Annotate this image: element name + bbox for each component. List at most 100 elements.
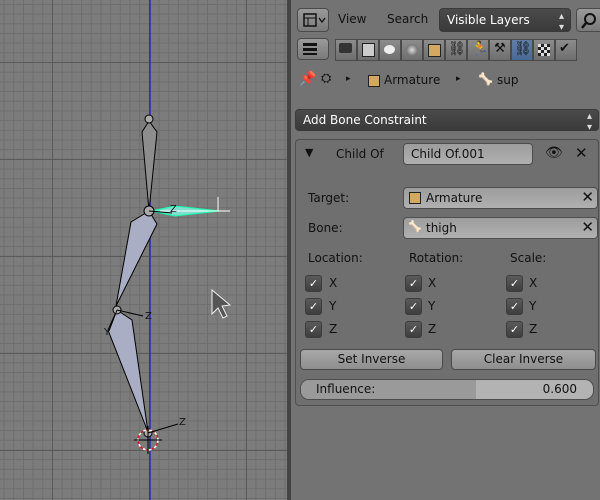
add-bone-constraint-dropdown[interactable]: Add Bone Constraint ▴ ▾: [295, 109, 599, 133]
tab-render-layers[interactable]: [357, 39, 379, 61]
rotation-y-label: Y: [428, 299, 436, 313]
bone-field[interactable]: 🦴 thigh ✕: [403, 217, 598, 239]
eye-icon[interactable]: 👁: [545, 145, 563, 161]
checker-icon: [538, 44, 550, 56]
rotation-y-checkbox[interactable]: ✓: [405, 298, 422, 315]
bone-thigh: [115, 210, 158, 307]
tab-constraints[interactable]: ⛓: [445, 39, 467, 61]
rotation-x-checkbox[interactable]: ✓: [405, 275, 422, 292]
axis-label-z1: Z: [170, 204, 177, 215]
menu-search[interactable]: Search: [387, 12, 428, 26]
location-z-checkbox[interactable]: ✓: [305, 321, 322, 338]
breadcrumb-object: Armature: [384, 73, 441, 87]
menu-view[interactable]: View: [338, 12, 366, 26]
bone-label: Bone:: [308, 221, 343, 235]
tab-render[interactable]: [335, 39, 357, 61]
search-icon: [581, 13, 596, 29]
bone-field-icon: 🦴: [408, 220, 422, 233]
search-toggle-button[interactable]: [576, 8, 600, 32]
rotation-z-label: Z: [428, 322, 437, 336]
layers-dropdown-label: Visible Layers: [447, 13, 530, 27]
target-label: Target:: [308, 191, 350, 205]
context-tabs: ⛓ 🏃 ⚒ ⛓ ✔: [295, 38, 600, 62]
panel-menu-button[interactable]: [297, 38, 329, 60]
world-icon: [406, 44, 418, 56]
axis-label-z2: Z: [145, 311, 152, 322]
clear-inverse-button[interactable]: Clear Inverse: [451, 349, 596, 370]
scale-z-label: Z: [529, 322, 538, 336]
tab-scene[interactable]: [379, 39, 401, 61]
layers-dropdown[interactable]: Visible Layers ▴ ▾: [439, 8, 571, 33]
constraint-type-label: Child Of: [336, 147, 384, 161]
armature-icon: 🏃: [471, 41, 489, 57]
tab-texture[interactable]: [533, 39, 555, 61]
location-x-checkbox[interactable]: ✓: [305, 275, 322, 292]
chain-icon: ⛓: [448, 41, 466, 57]
updown-arrow-icon: ▴ ▾: [586, 111, 592, 133]
viewport-overlay: [107, 0, 232, 500]
mouse-pointer-icon: [211, 288, 232, 319]
tab-object[interactable]: [423, 39, 445, 61]
influence-slider[interactable]: Influence: 0.600: [300, 379, 594, 400]
camera-icon: [339, 43, 352, 53]
set-inverse-button[interactable]: Set Inverse: [300, 349, 443, 370]
breadcrumb-bone: sup: [497, 73, 519, 87]
bone-upper-head: [144, 114, 154, 124]
delete-constraint-icon[interactable]: ✕: [575, 144, 588, 162]
breadcrumb-arrow-icon: ▸: [346, 74, 351, 84]
bone-shin: [107, 309, 149, 433]
location-y-label: Y: [329, 299, 337, 313]
bone-constraint-icon: ⛓: [514, 41, 532, 57]
editor-type-button[interactable]: [297, 8, 329, 32]
target-cube-icon: [409, 192, 421, 204]
tab-bone-constraints[interactable]: ⛓: [511, 39, 533, 61]
breadcrumb-bone-icon: 🦴: [478, 72, 493, 86]
location-y-checkbox[interactable]: ✓: [305, 298, 322, 315]
tab-data[interactable]: 🏃: [467, 39, 489, 61]
add-bone-constraint-label: Add Bone Constraint: [303, 113, 427, 127]
rotation-x-label: X: [428, 276, 437, 290]
breadcrumb-cube-icon: [368, 75, 380, 87]
tab-world[interactable]: [401, 39, 423, 61]
scale-y-checkbox[interactable]: ✓: [506, 298, 523, 315]
physics-icon: ✔: [559, 41, 570, 56]
location-x-label: X: [329, 276, 338, 290]
cube-icon: [428, 44, 441, 57]
target-field[interactable]: Armature ✕: [403, 187, 598, 209]
editor-type-icon: [303, 13, 326, 27]
rotation-z-checkbox[interactable]: ✓: [405, 321, 422, 338]
updown-arrow-icon: ▴ ▾: [558, 11, 564, 33]
bone-icon: ⚒: [494, 41, 506, 56]
constraint-panel: ▼ Child Of Child Of.001 👁 ✕ Target: Arma…: [295, 139, 599, 406]
axis-label-z3: Z: [179, 417, 186, 428]
clear-bone-icon[interactable]: ✕: [581, 218, 594, 236]
armature-object-icon: ⛭: [321, 71, 332, 86]
breadcrumb-arrow-icon: ▸: [456, 74, 461, 84]
influence-label: Influence:: [316, 382, 376, 396]
axis-label-y: Y: [104, 327, 111, 338]
scale-label: Scale:: [510, 251, 547, 265]
tab-bone[interactable]: ⚒: [489, 39, 511, 61]
collapse-triangle-icon[interactable]: ▼: [305, 146, 313, 159]
scale-x-label: X: [529, 276, 538, 290]
clear-target-icon[interactable]: ✕: [581, 188, 594, 206]
properties-panel: View Search Visible Layers ▴▾ ⛓ 🏃 ⚒ ⛓ ✔: [291, 0, 600, 500]
location-z-label: Z: [329, 322, 338, 336]
constraint-name-text: Child Of.001: [411, 147, 485, 161]
scale-y-label: Y: [529, 299, 537, 313]
constraint-name-field[interactable]: Child Of.001: [403, 143, 533, 165]
panel-menu-icon: [303, 43, 317, 55]
layers-icon: [362, 43, 375, 57]
target-value: Armature: [426, 191, 483, 205]
pin-icon[interactable]: 📌: [299, 71, 316, 87]
tab-physics[interactable]: ✔: [555, 39, 577, 61]
rotation-label: Rotation:: [409, 251, 464, 265]
scene-icon: [384, 45, 395, 54]
3d-viewport[interactable]: Z Z Z Y: [0, 0, 287, 500]
influence-value: 0.600: [542, 382, 577, 396]
scale-x-checkbox[interactable]: ✓: [506, 275, 523, 292]
panel-header: View Search Visible Layers ▴ ▾: [291, 0, 600, 38]
scale-z-checkbox[interactable]: ✓: [506, 321, 523, 338]
bone-value: thigh: [426, 221, 457, 235]
location-label: Location:: [308, 251, 363, 265]
